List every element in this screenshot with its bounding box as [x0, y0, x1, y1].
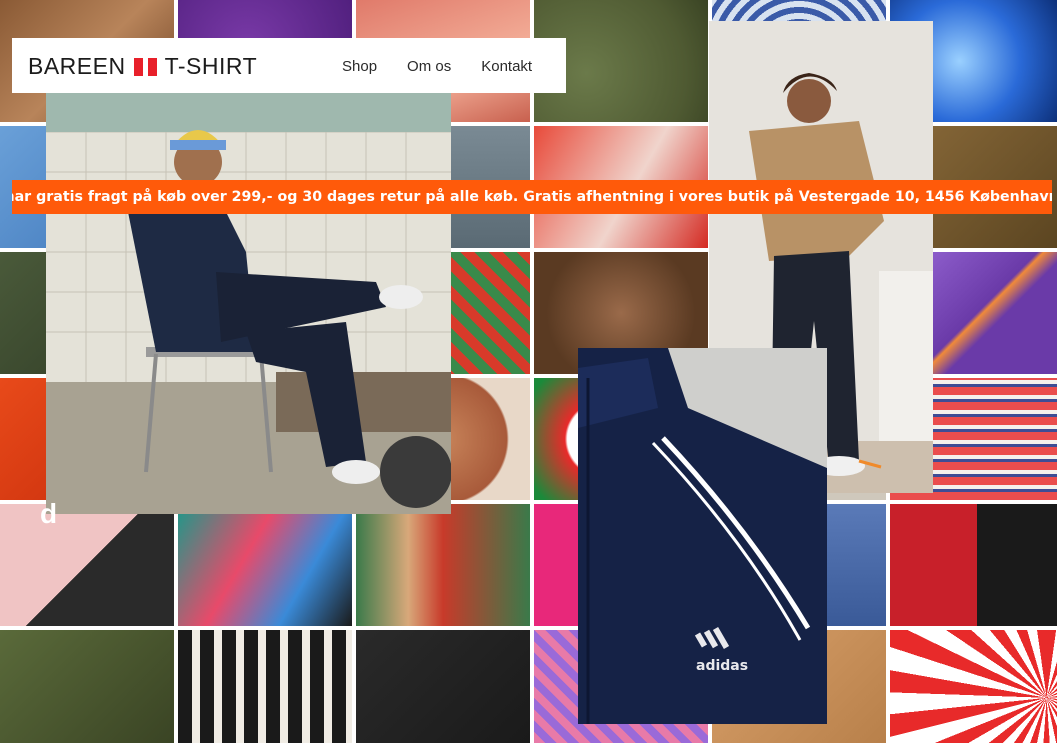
mosaic-tile	[178, 504, 352, 626]
nav-link-about[interactable]: Om os	[407, 58, 451, 75]
mosaic-tile	[0, 504, 174, 626]
stray-overlay-letter: d	[40, 498, 58, 529]
mosaic-tile	[178, 630, 352, 743]
seated-model-image	[46, 92, 451, 514]
nav-link-shop[interactable]: Shop	[342, 58, 377, 75]
logo-text-right: T-SHIRT	[164, 53, 258, 79]
danish-flag-icon	[133, 57, 157, 76]
shipping-info-text: Vi har gratis fragt på køb over 299,- og…	[12, 189, 1052, 205]
nav-link-contact[interactable]: Kontakt	[481, 58, 532, 75]
product-photo-track-jacket[interactable]: adidas	[578, 348, 827, 724]
svg-text:adidas: adidas	[696, 658, 748, 674]
logo-text-left: BAREEN	[28, 53, 126, 79]
track-jacket-image: adidas	[578, 348, 827, 724]
site-header: BAREEN T-SHIRT Shop Om os Kontakt	[12, 38, 566, 93]
mosaic-tile	[0, 630, 174, 743]
site-logo[interactable]: BAREEN T-SHIRT	[28, 55, 257, 78]
mosaic-tile	[890, 504, 1057, 626]
shipping-info-banner: Vi har gratis fragt på køb over 299,- og…	[12, 180, 1052, 214]
mosaic-tile	[356, 504, 530, 626]
mosaic-tile	[890, 630, 1057, 743]
main-nav: Shop Om os Kontakt	[342, 58, 562, 75]
product-photo-seated-model[interactable]	[46, 92, 451, 514]
mosaic-tile	[356, 630, 530, 743]
